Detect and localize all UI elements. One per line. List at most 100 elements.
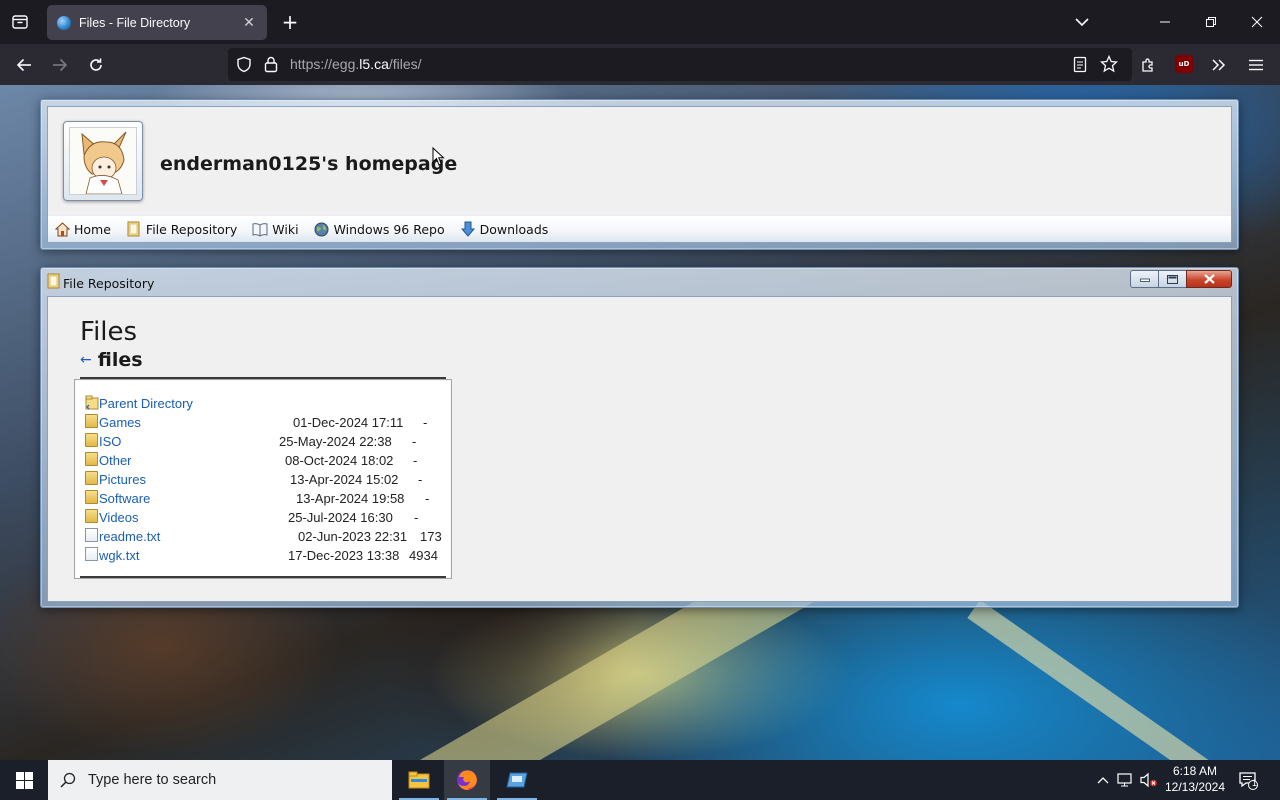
list-item-folder[interactable]: Other 08-Oct-2024 18:02 - xyxy=(85,451,441,470)
reader-view-icon[interactable] xyxy=(1073,56,1087,77)
folder-icon xyxy=(85,471,98,485)
action-center-notification-icon[interactable]: 1 xyxy=(1236,768,1260,792)
network-icon[interactable] xyxy=(1117,770,1135,790)
close-tab-icon[interactable]: ✕ xyxy=(241,15,257,31)
list-item-folder[interactable]: Software 13-Apr-2024 19:58 - xyxy=(85,489,441,508)
hamburger-menu-icon[interactable] xyxy=(1244,53,1268,77)
taskbar-clock[interactable]: 6:18 AM 12/13/2024 xyxy=(1160,763,1230,795)
file-repository-window: File Repository Files ← files Parent Dir… xyxy=(40,267,1239,608)
parent-folder-icon xyxy=(85,395,99,410)
nav-link-windows-96-repo[interactable]: Windows 96 Repo xyxy=(314,221,445,237)
file-date: 13-Apr-2024 15:02 xyxy=(290,472,399,487)
window-close-button[interactable] xyxy=(1186,270,1232,288)
file-date: 02-Jun-2023 22:31 xyxy=(298,529,408,544)
minimize-window-icon[interactable] xyxy=(1155,12,1175,32)
list-item-folder[interactable]: Games 01-Dec-2024 17:11 - xyxy=(85,413,441,432)
taskbar-search-box[interactable]: Type here to search xyxy=(48,760,392,800)
file-date: 13-Apr-2024 19:58 xyxy=(296,491,405,506)
file-date: 01-Dec-2024 17:11 xyxy=(293,415,404,430)
list-item-file[interactable]: wgk.txt 17-Dec-2023 13:38 4934 xyxy=(85,546,441,565)
list-all-tabs-chevron-icon[interactable] xyxy=(1072,12,1092,32)
windows-taskbar: Type here to search 6:18 AM 12/13/2024 1 xyxy=(0,760,1280,800)
file-size: 4934 xyxy=(409,548,438,563)
file-name-link[interactable]: Videos xyxy=(99,510,139,525)
nav-link-label: Downloads xyxy=(479,221,549,237)
text-file-icon xyxy=(85,528,98,542)
file-size: - xyxy=(418,472,423,487)
windows-start-icon[interactable] xyxy=(0,760,48,800)
volume-muted-icon[interactable] xyxy=(1140,770,1158,790)
close-window-icon[interactable] xyxy=(1247,12,1267,32)
directory-listing: Parent Directory Games 01-Dec-2024 17:11… xyxy=(74,377,452,579)
window-titlebar[interactable]: File Repository xyxy=(47,272,154,294)
nav-link-wiki[interactable]: Wiki xyxy=(252,221,299,237)
remote-desktop-taskbar-icon[interactable] xyxy=(494,760,540,800)
page-title: Files xyxy=(80,317,138,347)
back-arrow-link[interactable]: ← xyxy=(80,352,92,368)
list-item-folder[interactable]: Pictures 13-Apr-2024 15:02 - xyxy=(85,470,441,489)
window-title: File Repository xyxy=(63,275,155,291)
new-tab-plus-icon[interactable]: + xyxy=(280,11,300,33)
folder-icon xyxy=(85,490,98,504)
file-size: - xyxy=(413,453,418,468)
nav-link-downloads[interactable]: Downloads xyxy=(460,221,549,237)
nav-link-file-repository[interactable]: File Repository xyxy=(126,221,237,237)
window-caption-buttons xyxy=(1130,270,1232,288)
more-tools-chevron-icon[interactable] xyxy=(1207,53,1231,77)
address-bar[interactable]: https://egg.l5.ca/files/ xyxy=(228,48,1132,81)
list-item-folder[interactable]: Videos 25-Jul-2024 16:30 - xyxy=(85,508,441,527)
ublock-origin-icon[interactable]: uD xyxy=(1175,55,1193,73)
tracking-shield-icon[interactable] xyxy=(236,56,252,77)
text-file-icon xyxy=(85,547,98,561)
fox-girl-avatar-image xyxy=(69,127,137,195)
file-date: 08-Oct-2024 18:02 xyxy=(285,453,394,468)
file-name-link[interactable]: ISO xyxy=(99,434,121,449)
folder-icon xyxy=(85,414,98,428)
current-directory-heading: ← files xyxy=(80,349,143,371)
file-size: - xyxy=(414,510,419,525)
folder-icon xyxy=(85,509,98,523)
extensions-puzzle-icon[interactable] xyxy=(1136,53,1160,77)
clock-date: 12/13/2024 xyxy=(1164,780,1226,794)
file-name-link[interactable]: Other xyxy=(99,453,132,468)
search-placeholder: Type here to search xyxy=(88,772,217,788)
list-item-folder[interactable]: ISO 25-May-2024 22:38 - xyxy=(85,432,441,451)
browser-tab-active[interactable]: Files - File Directory ✕ xyxy=(47,5,267,40)
back-arrow-icon[interactable] xyxy=(12,53,36,77)
file-name-link[interactable]: Parent Directory xyxy=(99,396,193,411)
padlock-icon[interactable] xyxy=(264,56,278,77)
file-date: 25-May-2024 22:38 xyxy=(279,434,392,449)
tab-title: Files - File Directory xyxy=(79,15,191,30)
file-explorer-taskbar-icon[interactable] xyxy=(396,760,442,800)
forward-arrow-icon[interactable] xyxy=(48,53,72,77)
header-content: enderman0125's homepage Home File Reposi… xyxy=(47,106,1232,243)
file-name-link[interactable]: wgk.txt xyxy=(99,548,139,563)
browser-tab-bar: Files - File Directory ✕ + xyxy=(0,0,1280,44)
file-name-link[interactable]: Pictures xyxy=(99,472,146,487)
file-name-link[interactable]: Games xyxy=(99,415,141,430)
notification-count: 1 xyxy=(1252,778,1258,788)
file-name-link[interactable]: readme.txt xyxy=(99,529,160,544)
window-minimize-button[interactable] xyxy=(1130,270,1159,288)
bookmark-star-icon[interactable] xyxy=(1099,54,1119,77)
nav-link-home[interactable]: Home xyxy=(54,221,111,237)
file-date: 17-Dec-2023 13:38 xyxy=(288,548,400,563)
file-name-link[interactable]: Software xyxy=(99,491,150,506)
restore-window-icon[interactable] xyxy=(1201,12,1221,32)
folder-icon xyxy=(126,221,142,237)
window-maximize-button[interactable] xyxy=(1158,270,1187,288)
site-nav-bar: Home File Repository Wiki Windows 96 Rep… xyxy=(48,215,1231,242)
browser-nav-bar: https://egg.l5.ca/files/ uD xyxy=(0,44,1280,85)
list-item-file[interactable]: readme.txt 02-Jun-2023 22:31 173 xyxy=(85,527,442,546)
folder-icon xyxy=(85,433,98,447)
firefox-taskbar-icon[interactable] xyxy=(444,760,490,800)
file-repository-content: Files ← files Parent Directory Games 01-… xyxy=(47,296,1232,602)
reload-icon[interactable] xyxy=(84,53,108,77)
nav-link-label: Wiki xyxy=(272,221,299,237)
wallpaper-stripe xyxy=(967,600,1226,760)
show-hidden-icons-chevron-icon[interactable] xyxy=(1094,770,1112,790)
list-item-parent-directory[interactable]: Parent Directory xyxy=(85,394,441,413)
header-window: enderman0125's homepage Home File Reposi… xyxy=(40,99,1239,250)
search-icon xyxy=(48,772,88,788)
firefox-view-icon[interactable] xyxy=(8,10,32,34)
